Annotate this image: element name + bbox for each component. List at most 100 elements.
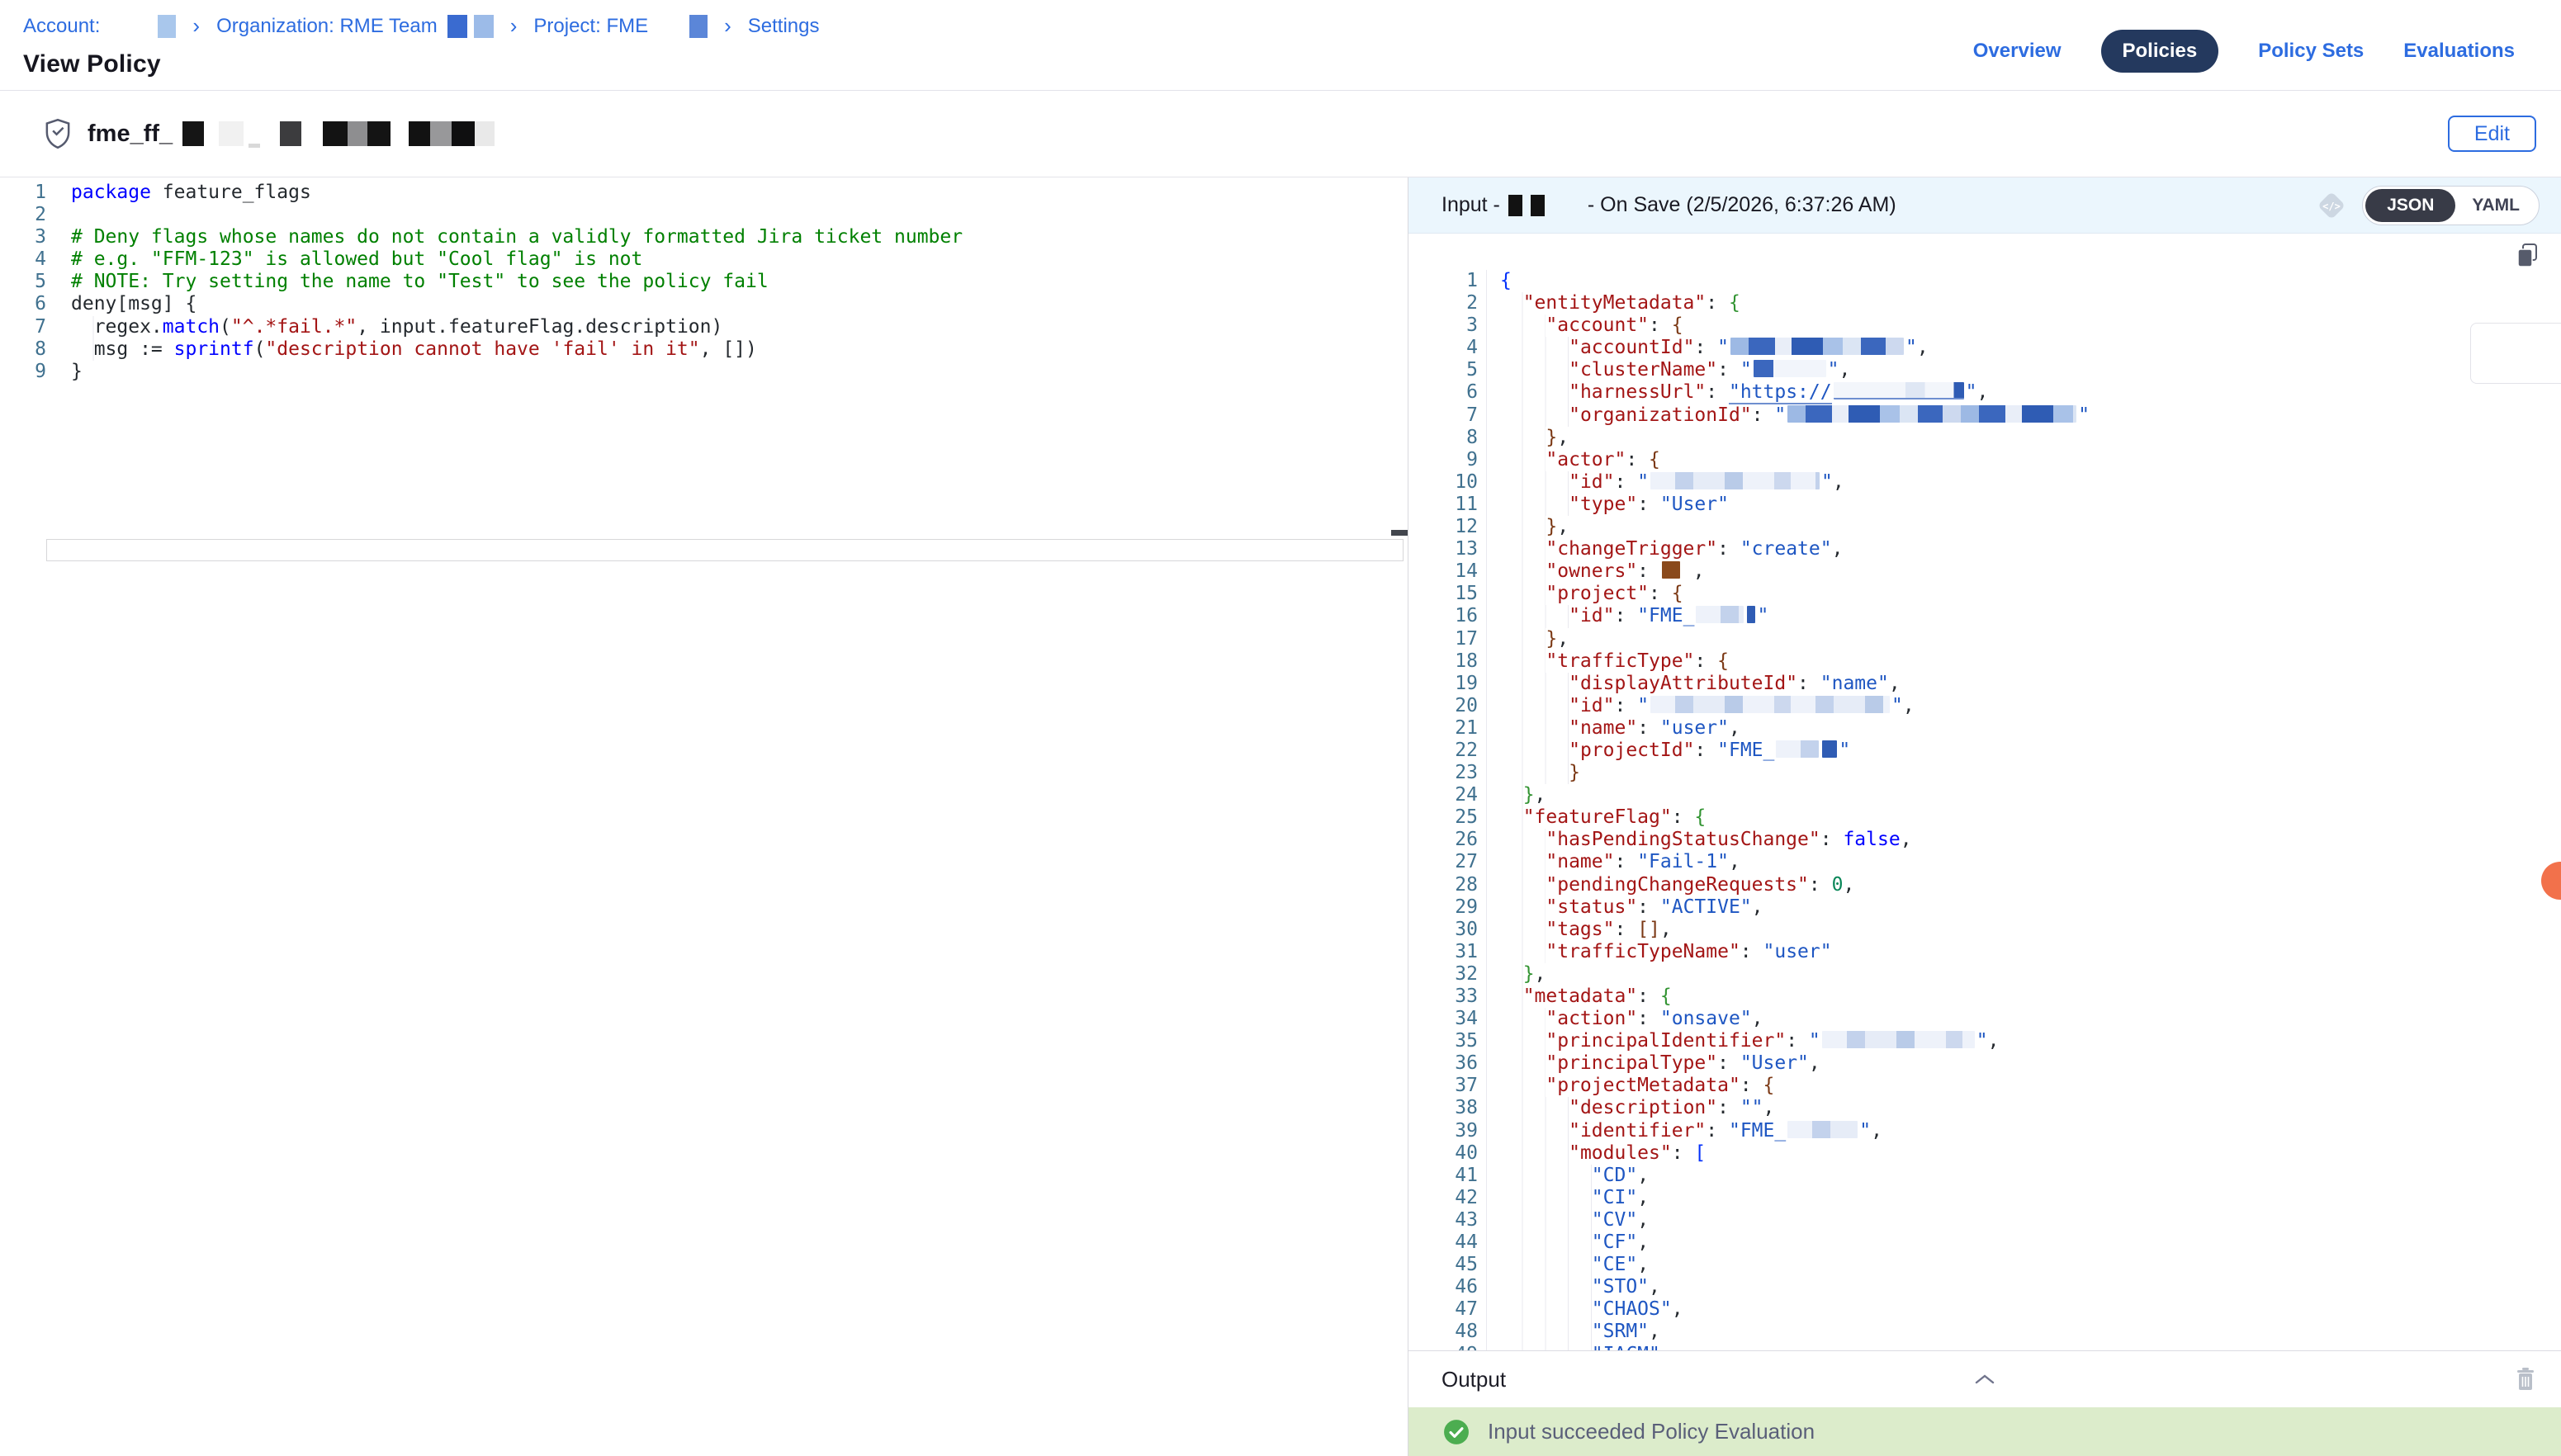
code-line: 27"name": "Fail-1", xyxy=(1408,851,2561,873)
code-line: 30"tags": [], xyxy=(1408,919,2561,941)
code-line: 16"id": "FME_" xyxy=(1408,605,2561,627)
redacted-name-block xyxy=(219,121,244,146)
code-line: 19"displayAttributeId": "name", xyxy=(1408,673,2561,695)
chevron-up-icon[interactable] xyxy=(1973,1373,1996,1386)
line-number: 26 xyxy=(1408,829,1478,851)
code-line: 44"CF", xyxy=(1408,1231,2561,1254)
code-line: 5"clusterName": "", xyxy=(1408,359,2561,381)
line-number: 5 xyxy=(1408,359,1478,381)
line-number: 33 xyxy=(1408,986,1478,1008)
line-number: 42 xyxy=(1408,1187,1478,1209)
line-number: 29 xyxy=(1408,896,1478,919)
yaml-toggle-button[interactable]: YAML xyxy=(2455,189,2536,222)
input-panel-title: Input - - On Save (2/5/2026, 6:37:26 AM) xyxy=(1441,193,1896,217)
line-number: 45 xyxy=(1408,1254,1478,1276)
code-line: 40"modules": [ xyxy=(1408,1142,2561,1165)
code-line: 41"CD", xyxy=(1408,1165,2561,1187)
overview-ruler-cursor-marker xyxy=(1391,530,1408,536)
redacted-name-block xyxy=(430,121,452,146)
code-line: 1{ xyxy=(1408,270,2561,292)
code-line: 6deny[msg] { xyxy=(0,293,1408,315)
policy-code-editor[interactable]: 1package feature_flags23# Deny flags who… xyxy=(0,177,1408,1456)
json-code-lines: 1{2"entityMetadata": {3"account": {4"acc… xyxy=(1408,270,2561,1350)
code-line: 22"projectId": "FME_" xyxy=(1408,740,2561,762)
redacted-account-name xyxy=(158,15,176,38)
code-line: 1package feature_flags xyxy=(0,182,1408,204)
line-number: 37 xyxy=(1408,1075,1478,1097)
code-line: 7"organizationId": "" xyxy=(1408,404,2561,427)
code-line: 23} xyxy=(1408,762,2561,784)
scroll-indicator xyxy=(2470,323,2561,384)
line-number: 3 xyxy=(0,226,46,248)
code-line: 48"SRM", xyxy=(1408,1321,2561,1343)
trash-icon[interactable] xyxy=(2515,1367,2536,1392)
line-number: 22 xyxy=(1408,740,1478,762)
chevron-right-icon: › xyxy=(510,13,518,39)
main-content: 1package feature_flags23# Deny flags who… xyxy=(0,177,2561,1456)
code-line: 8msg := sprintf("description cannot have… xyxy=(0,338,1408,361)
line-number: 39 xyxy=(1408,1120,1478,1142)
line-number: 28 xyxy=(1408,874,1478,896)
breadcrumb-project-link[interactable]: Project: FME xyxy=(533,15,648,38)
code-line: 43"CV", xyxy=(1408,1209,2561,1231)
policy-title-group: fme_ff_ xyxy=(43,118,495,149)
tab-evaluations[interactable]: Evaluations xyxy=(2403,40,2515,63)
redacted-name-block xyxy=(409,121,430,146)
code-line: 46"STO", xyxy=(1408,1276,2561,1298)
breadcrumb-settings-link[interactable]: Settings xyxy=(748,15,820,38)
code-line: 6"harnessUrl": "https://", xyxy=(1408,381,2561,404)
line-number: 10 xyxy=(1408,471,1478,494)
line-number: 8 xyxy=(1408,427,1478,449)
current-line-highlight xyxy=(46,539,1404,561)
code-line: 11"type": "User" xyxy=(1408,494,2561,516)
code-line: 20"id": "", xyxy=(1408,695,2561,717)
copy-icon[interactable] xyxy=(2515,242,2540,276)
breadcrumb-account-link[interactable]: Account: xyxy=(23,15,100,38)
redacted-value xyxy=(1787,405,2076,423)
redacted-org-block-1 xyxy=(447,15,467,38)
success-check-icon xyxy=(1443,1419,1470,1445)
code-line: 10"id": "", xyxy=(1408,471,2561,494)
code-line: 47"CHAOS", xyxy=(1408,1298,2561,1321)
page-title: View Policy xyxy=(23,50,820,78)
code-line: 21"name": "user", xyxy=(1408,717,2561,740)
redacted-value xyxy=(1822,1031,1975,1048)
status-text: Input succeeded Policy Evaluation xyxy=(1488,1419,1815,1444)
redacted-name-block xyxy=(348,121,367,146)
code-line: 3"account": { xyxy=(1408,314,2561,337)
line-number: 36 xyxy=(1408,1052,1478,1075)
line-number: 9 xyxy=(0,361,46,383)
line-number: 44 xyxy=(1408,1231,1478,1254)
code-line: 2"entityMetadata": { xyxy=(1408,292,2561,314)
line-number: 38 xyxy=(1408,1097,1478,1119)
code-diamond-icon: </> xyxy=(2312,187,2350,225)
code-line: 14"owners": , xyxy=(1408,560,2561,583)
tab-policies[interactable]: Policies xyxy=(2101,30,2219,73)
evaluation-panel: Input - - On Save (2/5/2026, 6:37:26 AM)… xyxy=(1408,177,2561,1456)
json-toggle-button[interactable]: JSON xyxy=(2365,189,2455,222)
code-line: 12}, xyxy=(1408,516,2561,538)
top-header: Account: › Organization: RME Team › Proj… xyxy=(0,0,2561,91)
code-line: 9"actor": { xyxy=(1408,449,2561,471)
redacted-value xyxy=(1776,740,1819,758)
code-line: 42"CI", xyxy=(1408,1187,2561,1209)
tab-policy-sets[interactable]: Policy Sets xyxy=(2258,40,2364,63)
tab-overview[interactable]: Overview xyxy=(1973,40,2062,63)
code-line: 38"description": "", xyxy=(1408,1097,2561,1119)
breadcrumb-organization-link[interactable]: Organization: RME Team xyxy=(216,15,438,38)
code-line: 31"trafficTypeName": "user" xyxy=(1408,941,2561,963)
redacted-value xyxy=(1650,472,1820,489)
code-line: 39"identifier": "FME_", xyxy=(1408,1120,2561,1142)
input-json-editor[interactable]: 1{2"entityMetadata": {3"account": {4"acc… xyxy=(1408,234,2561,1350)
edit-button[interactable]: Edit xyxy=(2448,116,2536,152)
code-line: 29"status": "ACTIVE", xyxy=(1408,896,2561,919)
redacted-value xyxy=(1754,360,1826,377)
code-line: 36"principalType": "User", xyxy=(1408,1052,2561,1075)
output-title: Output xyxy=(1441,1367,1506,1392)
redacted-name-block xyxy=(323,121,348,146)
evaluation-status-bar: Input succeeded Policy Evaluation xyxy=(1408,1407,2561,1456)
line-number: 40 xyxy=(1408,1142,1478,1165)
redacted-input-block xyxy=(1508,195,1522,216)
redacted-name-block xyxy=(280,121,301,146)
redacted-project-block xyxy=(689,15,708,38)
